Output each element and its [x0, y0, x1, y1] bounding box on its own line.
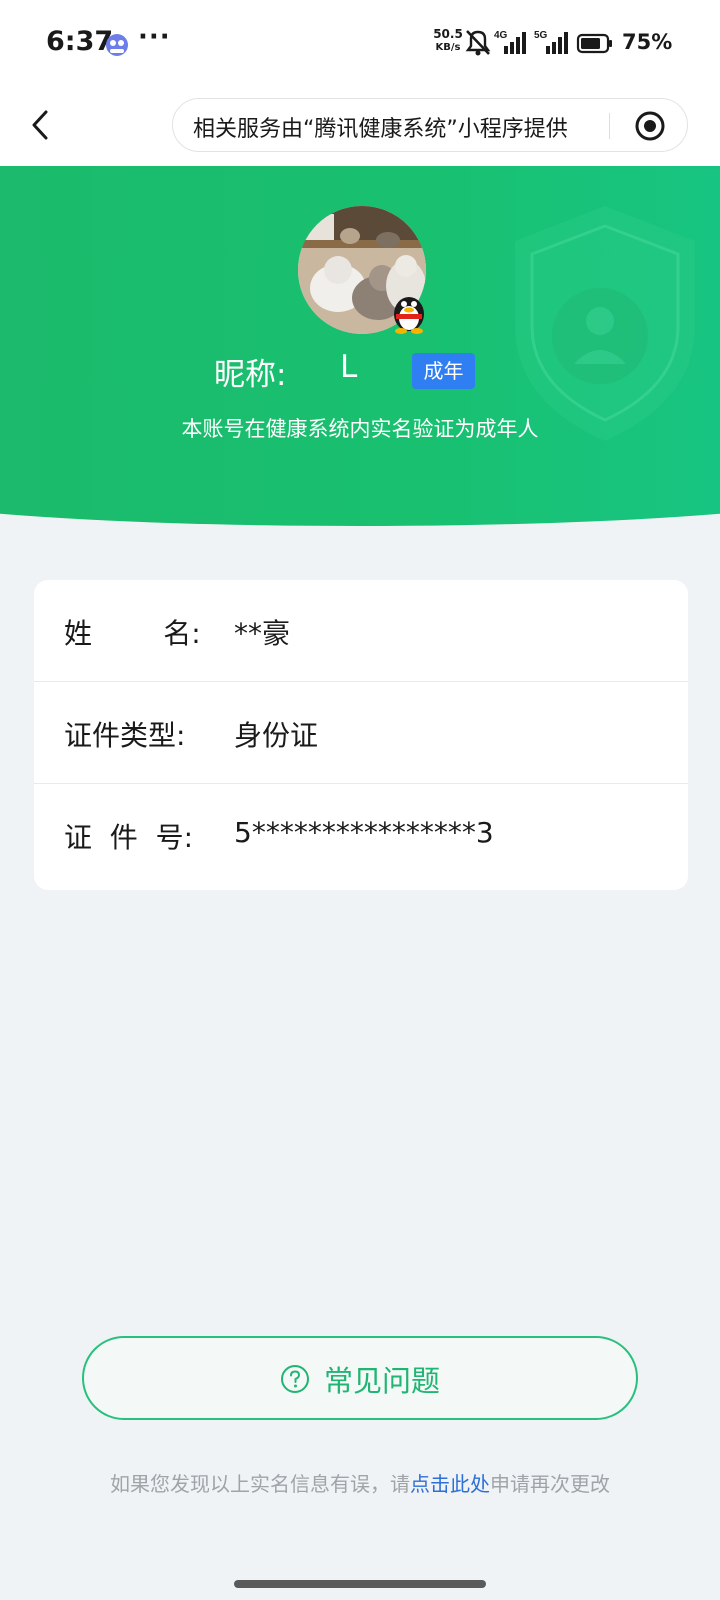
faq-label: 常见问题 [324, 1364, 441, 1398]
service-provider-text: 相关服务由“腾讯健康系统”小程序提供 [193, 117, 568, 142]
close-miniprogram-icon[interactable] [633, 109, 667, 143]
info-row-id-type: 证件类型: 身份证 [34, 682, 688, 784]
status-bar: 6:37 ··· 50.5 KB/s 4G 5G 75% [0, 0, 720, 90]
home-indicator[interactable] [234, 1580, 486, 1588]
correction-note-suffix: 申请再次更改 [490, 1472, 610, 1496]
network-speed-value: 50.5 [433, 27, 463, 41]
net-5g-label: 5G [534, 30, 548, 41]
id-number-value: 5****************3 [234, 816, 494, 849]
realname-info-page: 6:37 ··· 50.5 KB/s 4G 5G 75% 相关服务由“腾讯健康系… [0, 0, 720, 1600]
miniprogram-capsule: 相关服务由“腾讯健康系统”小程序提供 [172, 98, 688, 152]
correction-note-prefix: 如果您发现以上实名信息有误，请 [110, 1472, 410, 1496]
correction-note: 如果您发现以上实名信息有误，请点击此处申请再次更改 [0, 1468, 720, 1497]
back-arrow-icon[interactable] [20, 102, 60, 148]
name-value: **豪 [234, 617, 291, 650]
network-speed-unit: KB/s [435, 42, 461, 53]
nickname-value: L [340, 349, 358, 385]
capsule-divider [609, 113, 610, 139]
id-number-label: 证 件 号: [64, 821, 194, 854]
net-4g-label: 4G [494, 30, 508, 41]
qq-penguin-icon [394, 297, 424, 334]
id-type-value: 身份证 [234, 719, 319, 752]
network-speed: 50.5 KB/s [432, 27, 464, 55]
verification-status-text: 本账号在健康系统内实名验证为成年人 [181, 417, 539, 441]
signal-icons: 4G 5G [465, 30, 612, 56]
app-notification-icon [106, 34, 128, 56]
identity-info-card: 姓 名: **豪 证件类型: 身份证 证 件 号: 5*************… [34, 580, 688, 890]
battery-percentage: 75% [622, 30, 673, 54]
more-notifications-icon: ··· [138, 22, 171, 52]
faq-button[interactable]: 常见问题 [82, 1336, 638, 1420]
nickname-label: 昵称: [214, 357, 287, 393]
id-type-label: 证件类型: [64, 719, 186, 752]
mute-bell-icon [465, 30, 491, 56]
info-row-name: 姓 名: **豪 [34, 580, 688, 682]
profile-header: 昵称: L 成年 本账号在健康系统内实名验证为成年人 [0, 166, 720, 536]
adult-status-badge: 成年 [412, 353, 475, 389]
click-here-link[interactable]: 点击此处 [410, 1472, 490, 1496]
info-row-id-number: 证 件 号: 5****************3 [34, 784, 688, 886]
battery-icon [576, 33, 612, 54]
name-label: 姓 名: [64, 617, 201, 650]
question-circle-icon [281, 1365, 309, 1393]
user-avatar [298, 206, 426, 334]
shield-decoration-icon [515, 206, 695, 441]
signal-5g-icon [546, 32, 568, 54]
nav-bar: 相关服务由“腾讯健康系统”小程序提供 [0, 90, 720, 166]
